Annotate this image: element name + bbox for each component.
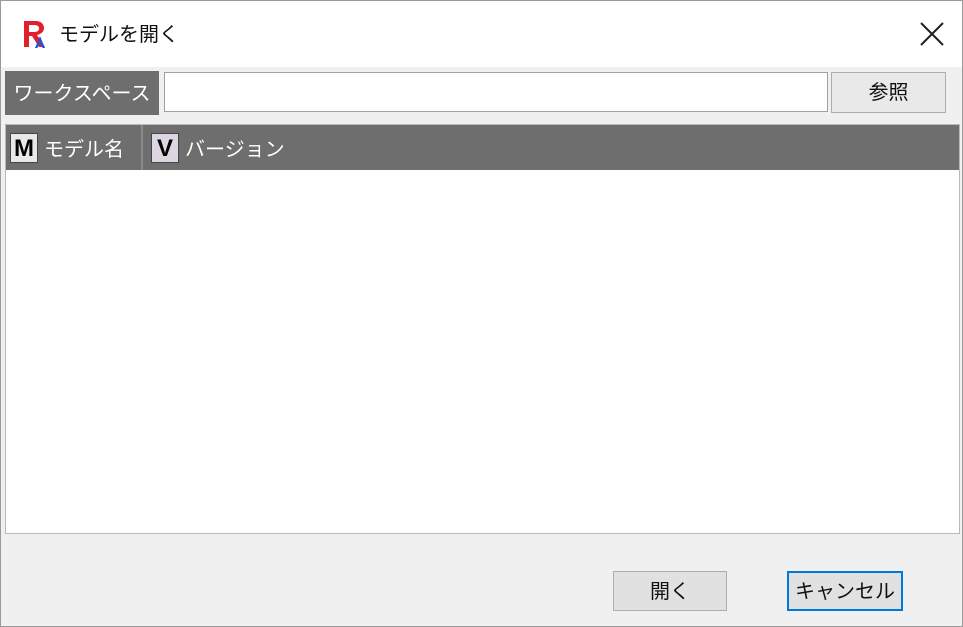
version-v-icon: V <box>151 132 179 163</box>
open-button[interactable]: 開く <box>613 571 727 611</box>
app-logo-icon <box>24 21 45 48</box>
title-bar: モデルを開く <box>1 1 962 67</box>
dialog-title: モデルを開く <box>59 22 179 46</box>
dialog-footer: 開く キャンセル <box>1 541 962 626</box>
column-header-version[interactable]: V バージョン <box>143 125 285 170</box>
list-header: M モデル名 V バージョン <box>6 125 959 170</box>
cancel-button[interactable]: キャンセル <box>787 571 903 611</box>
model-m-icon: M <box>10 132 38 163</box>
open-model-dialog: モデルを開く ワークスペース 参照 M モデル名 V バージョン 開く キャンセ… <box>0 0 963 627</box>
model-list[interactable]: M モデル名 V バージョン <box>5 124 960 534</box>
browse-button[interactable]: 参照 <box>831 72 946 113</box>
workspace-row: ワークスペース 参照 <box>5 71 960 115</box>
column-header-label: モデル名 <box>44 137 124 161</box>
close-button[interactable] <box>902 1 962 67</box>
column-header-label: バージョン <box>185 137 285 161</box>
workspace-label: ワークスペース <box>5 71 159 115</box>
close-icon <box>920 22 944 46</box>
workspace-path-input[interactable] <box>164 72 828 112</box>
column-header-model-name[interactable]: M モデル名 <box>6 125 143 170</box>
